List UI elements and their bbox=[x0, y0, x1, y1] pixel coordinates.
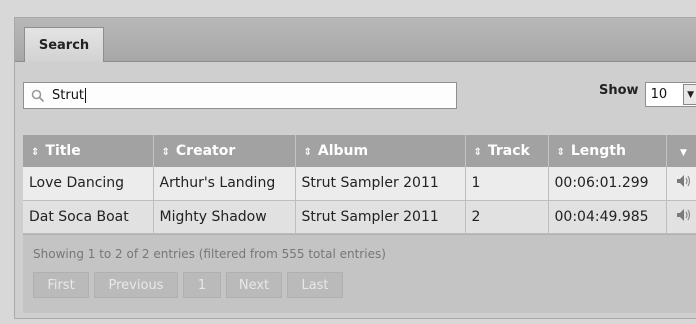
column-header-creator[interactable]: ⇕ Creator bbox=[153, 135, 296, 167]
chevron-down-icon[interactable]: ▼ bbox=[682, 84, 696, 105]
results-table: ⇕ Title ⇕ Creator ⇕ Album ⇕ Track ⇕ Length ▼ … bbox=[23, 135, 696, 234]
sort-icon: ⇕ bbox=[161, 147, 170, 158]
cell-track: 2 bbox=[465, 200, 549, 234]
cell-length: 00:04:49.985 bbox=[548, 200, 667, 234]
last-button[interactable]: Last bbox=[287, 272, 343, 298]
column-header-length[interactable]: ⇕ Length bbox=[548, 135, 667, 167]
column-header-album[interactable]: ⇕ Album bbox=[295, 135, 466, 167]
sort-icon: ⇕ bbox=[556, 147, 565, 158]
column-menu-button[interactable]: ▼ bbox=[666, 135, 696, 167]
pagination: First Previous 1 Next Last bbox=[33, 272, 348, 298]
search-panel: Search Strut Show 10 ▼ ⇕ Title ⇕ Creator… bbox=[14, 17, 696, 319]
speaker-icon bbox=[676, 175, 692, 192]
entries-info: Showing 1 to 2 of 2 entries (filtered fr… bbox=[33, 247, 386, 261]
column-header-title[interactable]: ⇕ Title bbox=[23, 135, 154, 167]
tab-bar: Search bbox=[15, 18, 696, 62]
cell-creator: Mighty Shadow bbox=[153, 200, 296, 234]
play-button[interactable] bbox=[666, 200, 696, 234]
cell-length: 00:06:01.299 bbox=[548, 167, 667, 201]
show-entries-select[interactable]: 10 ▼ bbox=[644, 82, 696, 107]
text-cursor bbox=[85, 88, 87, 103]
show-label: Show bbox=[599, 83, 639, 98]
cell-album: Strut Sampler 2011 bbox=[295, 167, 466, 201]
speaker-icon bbox=[676, 208, 692, 226]
show-entries: Show 10 ▼ bbox=[599, 82, 696, 107]
show-entries-value: 10 bbox=[650, 87, 668, 102]
cell-creator: Arthur's Landing bbox=[153, 167, 296, 201]
table-row[interactable]: Dat Soca Boat Mighty Shadow Strut Sample… bbox=[23, 200, 696, 234]
cell-title: Dat Soca Boat bbox=[23, 200, 154, 234]
search-value: Strut bbox=[52, 88, 85, 103]
table-footer: Showing 1 to 2 of 2 entries (filtered fr… bbox=[23, 234, 696, 313]
sort-icon: ⇕ bbox=[31, 147, 40, 158]
chevron-down-icon: ▼ bbox=[680, 148, 687, 158]
search-input[interactable]: Strut bbox=[23, 82, 457, 109]
cell-title: Love Dancing bbox=[23, 167, 154, 201]
next-button[interactable]: Next bbox=[226, 272, 282, 298]
search-content: Strut Show 10 ▼ ⇕ Title ⇕ Creator ⇕ Album ⇕… bbox=[15, 62, 696, 318]
table-row[interactable]: Love Dancing Arthur's Landing Strut Samp… bbox=[23, 167, 696, 201]
sort-icon: ⇕ bbox=[303, 147, 312, 158]
column-header-track[interactable]: ⇕ Track bbox=[465, 135, 549, 167]
sort-icon: ⇕ bbox=[473, 147, 482, 158]
play-button[interactable] bbox=[666, 167, 696, 201]
cell-track: 1 bbox=[465, 167, 549, 201]
page-1-button[interactable]: 1 bbox=[183, 272, 221, 298]
table-header-row: ⇕ Title ⇕ Creator ⇕ Album ⇕ Track ⇕ Length ▼ bbox=[23, 135, 696, 167]
first-button[interactable]: First bbox=[33, 272, 89, 298]
tab-search[interactable]: Search bbox=[24, 27, 104, 62]
cell-album: Strut Sampler 2011 bbox=[295, 200, 466, 234]
search-icon bbox=[24, 89, 52, 103]
previous-button[interactable]: Previous bbox=[94, 272, 178, 298]
